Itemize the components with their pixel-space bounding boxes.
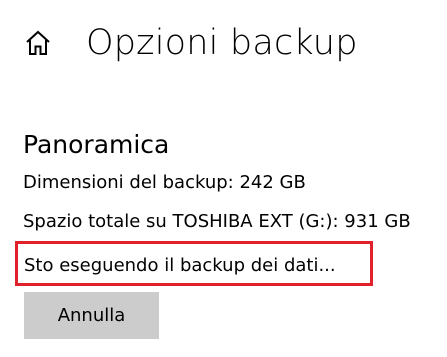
cancel-button[interactable]: Annulla [24, 292, 159, 339]
total-space-text: Spazio totale su TOSHIBA EXT (G:): 931 G… [23, 211, 411, 232]
backup-size-text: Dimensioni del backup: 242 GB [23, 172, 306, 193]
page-header: Opzioni backup [24, 18, 358, 68]
home-icon[interactable] [24, 29, 52, 57]
overview-heading: Panoramica [23, 130, 170, 159]
backup-status-text: Sto eseguendo il backup dei dati... [24, 255, 336, 276]
backup-options-page: Opzioni backup Panoramica Dimensioni del… [0, 0, 447, 357]
page-title: Opzioni backup [86, 23, 358, 63]
